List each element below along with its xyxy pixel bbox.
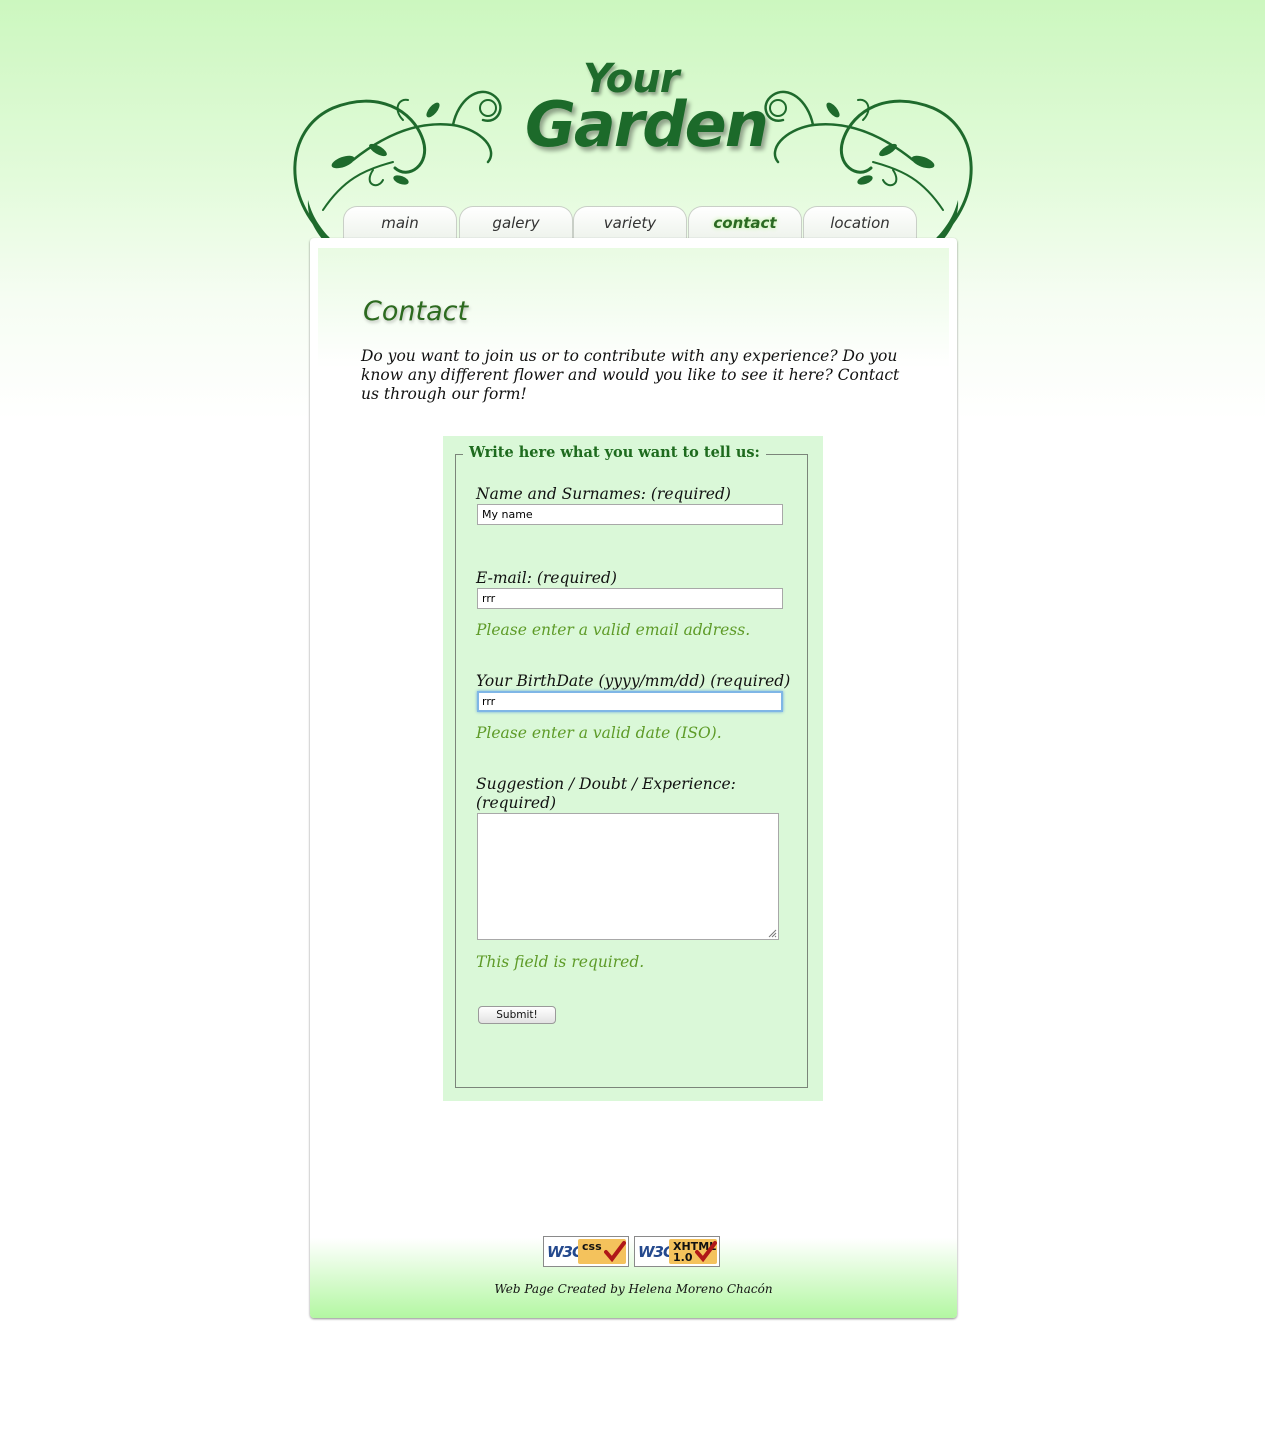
message-error-message: This field is required.: [476, 953, 645, 971]
w3c-xhtml-badge[interactable]: W3C XHTML 1.0: [634, 1236, 720, 1267]
tab-main[interactable]: main: [343, 206, 457, 239]
check-icon: [695, 1241, 717, 1262]
tab-location[interactable]: location: [803, 206, 917, 239]
message-textarea[interactable]: [477, 813, 779, 940]
footer-credit: Web Page Created by Helena Moreno Chacón: [494, 1282, 773, 1296]
intro-text: Do you want to join us or to contribute …: [361, 347, 900, 403]
email-label: E-mail: (required): [476, 569, 617, 587]
contact-form: Write here what you want to tell us:: [443, 436, 823, 1101]
page-title: Contact: [363, 296, 469, 327]
name-input[interactable]: My name: [477, 504, 783, 525]
tab-galery[interactable]: galery: [459, 206, 573, 239]
form-fieldset: [455, 454, 808, 1088]
name-label: Name and Surnames: (required): [476, 485, 731, 503]
main-navigation: main galery variety contact location: [343, 206, 923, 240]
form-legend: Write here what you want to tell us:: [463, 444, 766, 461]
submit-button[interactable]: Submit!: [478, 1006, 556, 1024]
check-icon: [604, 1241, 626, 1262]
resize-grip-icon[interactable]: [767, 928, 777, 938]
w3c-logo-text: W3C: [638, 1243, 674, 1261]
birthdate-error-message: Please enter a valid date (ISO).: [476, 724, 722, 742]
birthdate-input[interactable]: rrr: [477, 691, 783, 712]
message-label: Suggestion / Doubt / Experience: (requir…: [476, 775, 736, 812]
w3c-css-badge[interactable]: W3C css: [543, 1236, 629, 1267]
w3c-logo-text: W3C: [547, 1243, 583, 1261]
tab-contact[interactable]: contact: [688, 206, 802, 239]
logo-garden-text: Garden: [525, 88, 769, 161]
birthdate-label: Your BirthDate (yyyy/mm/dd) (required): [476, 672, 791, 690]
email-input[interactable]: rrr: [477, 588, 783, 609]
tab-variety[interactable]: variety: [573, 206, 687, 239]
email-error-message: Please enter a valid email address.: [476, 621, 751, 639]
